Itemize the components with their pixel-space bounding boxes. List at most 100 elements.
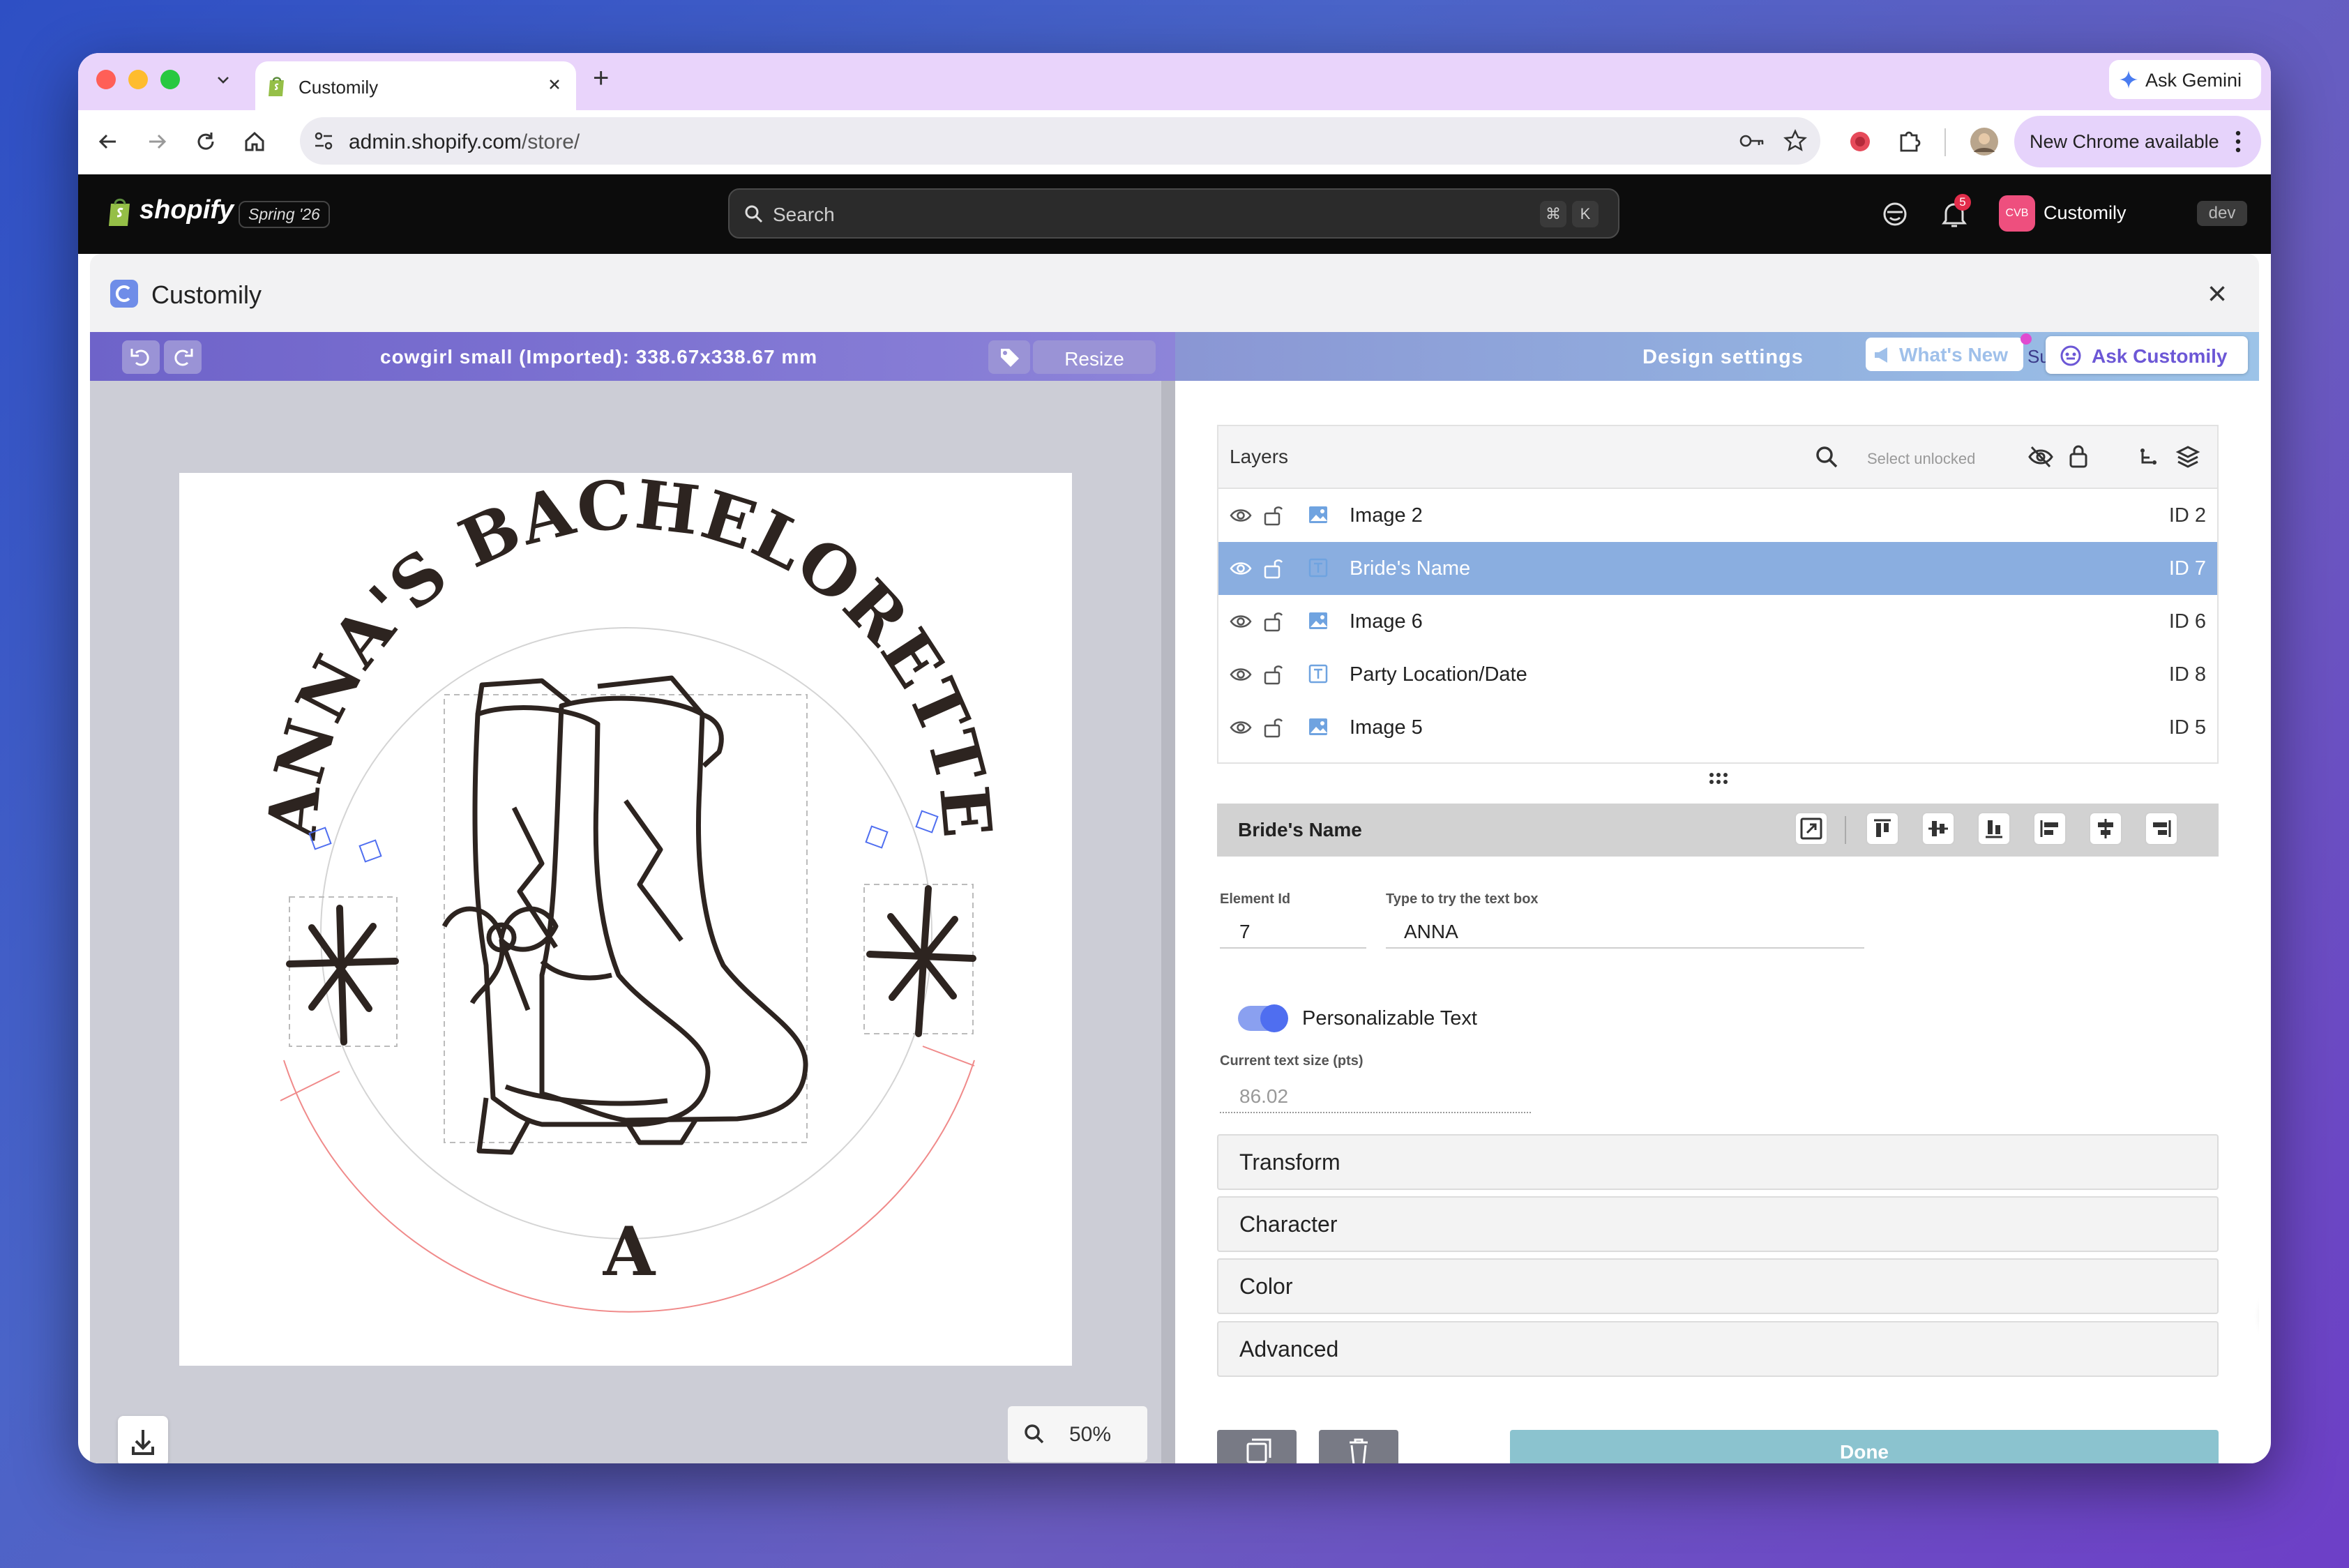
site-info-icon[interactable]	[311, 128, 336, 153]
align-left-button[interactable]	[2033, 812, 2067, 845]
drag-handle-icon[interactable]	[1708, 771, 1729, 785]
product-title: cowgirl small (Imported): 338.67x338.67 …	[380, 346, 818, 368]
store-name[interactable]: Customily	[2044, 202, 2127, 224]
align-center-button[interactable]	[2089, 812, 2122, 845]
layer-name: Image 2	[1350, 504, 1423, 527]
extension-red-icon[interactable]	[1847, 128, 1873, 155]
shopify-bag-icon	[266, 74, 287, 98]
zoom-control[interactable]: 50%	[1008, 1406, 1147, 1462]
layer-unlock-icon[interactable]	[1263, 662, 1283, 686]
minimize-window-button[interactable]	[128, 70, 148, 89]
tag-button[interactable]	[988, 340, 1030, 374]
hierarchy-icon[interactable]	[2138, 446, 2159, 469]
tab-customily[interactable]: Customily	[255, 61, 576, 110]
whats-new-button[interactable]: What's New	[1866, 333, 2032, 371]
cowboy-boots-image[interactable]	[441, 675, 808, 1155]
text-size-field: 86.02	[1220, 1076, 1531, 1113]
layer-unlock-icon[interactable]	[1263, 609, 1283, 633]
zoom-level: 50%	[1069, 1423, 1112, 1446]
layer-unlock-icon[interactable]	[1263, 715, 1283, 739]
resize-button[interactable]: Resize	[1033, 340, 1156, 374]
sparkle-left-icon[interactable]	[286, 905, 399, 1046]
fit-to-canvas-button[interactable]	[1795, 812, 1828, 845]
align-middle-button[interactable]	[1921, 812, 1955, 845]
canvas-scrollbar[interactable]	[1161, 381, 1175, 1463]
align-top-button[interactable]	[1866, 812, 1899, 845]
design-canvas[interactable]: ANNA'S BACHELORETTE A	[179, 473, 1072, 1366]
layer-unlock-icon[interactable]	[1263, 556, 1283, 580]
customily-app: Customily × cowgirl small (Imported): 33…	[90, 254, 2259, 1463]
delete-button[interactable]	[1319, 1430, 1398, 1463]
ask-gemini-button[interactable]: Ask Gemini	[2109, 60, 2261, 99]
sparkle-right-icon[interactable]	[866, 885, 976, 1037]
align-bottom-button[interactable]	[1977, 812, 2011, 845]
layer-image-icon	[1308, 716, 1329, 737]
undo-button[interactable]	[122, 340, 160, 374]
layer-name: Bride's Name	[1350, 557, 1471, 580]
hide-eye-icon[interactable]	[2027, 444, 2054, 469]
layer-unlock-icon[interactable]	[1263, 503, 1283, 527]
try-text-input[interactable]: ANNA	[1386, 912, 1864, 949]
personalizable-toggle[interactable]	[1238, 1004, 1288, 1032]
layer-row[interactable]: Bride's Name ID 7	[1218, 542, 2217, 595]
more-vertical-icon[interactable]	[2235, 130, 2242, 153]
editor-top-bar: cowgirl small (Imported): 338.67x338.67 …	[90, 332, 1175, 381]
url-text[interactable]: admin.shopify.com/store/	[349, 130, 580, 154]
layers-search-icon[interactable]	[1814, 444, 1839, 469]
redo-button[interactable]	[164, 340, 202, 374]
design-preview: ANNA'S BACHELORETTE A	[252, 473, 1006, 1313]
layer-id: ID 6	[2168, 610, 2206, 633]
bookmark-star-icon[interactable]	[1783, 128, 1808, 153]
done-button[interactable]: Done	[1510, 1430, 2219, 1463]
new-chrome-available-button[interactable]: New Chrome available	[2014, 116, 2261, 167]
zoom-search-icon[interactable]	[1023, 1423, 1045, 1445]
duplicate-button[interactable]	[1217, 1430, 1297, 1463]
close-app-button[interactable]: ×	[2207, 275, 2227, 313]
layer-row[interactable]: Image 6 ID 6	[1218, 595, 2217, 648]
layer-visibility-eye-icon[interactable]	[1230, 718, 1252, 737]
back-icon[interactable]	[96, 130, 120, 153]
ask-customily-button[interactable]: Ask Customily	[2046, 336, 2248, 374]
layer-visibility-eye-icon[interactable]	[1230, 665, 1252, 684]
shopify-search-input[interactable]: Search ⌘ K	[728, 188, 1619, 239]
shopify-wordmark: shopify	[139, 195, 234, 225]
layer-text-icon	[1308, 663, 1329, 684]
lock-icon[interactable]	[2068, 443, 2089, 469]
extensions-puzzle-icon[interactable]	[1896, 127, 1924, 155]
element-id-field: 7	[1220, 912, 1366, 949]
align-divider	[1845, 816, 1846, 844]
layer-visibility-eye-icon[interactable]	[1230, 506, 1252, 525]
character-section[interactable]: Character	[1217, 1196, 2219, 1252]
transform-section[interactable]: Transform	[1217, 1134, 2219, 1190]
password-key-icon[interactable]	[1738, 130, 1766, 152]
layer-visibility-eye-icon[interactable]	[1230, 612, 1252, 631]
canvas-letter-text[interactable]: A	[603, 1212, 656, 1291]
reload-icon[interactable]	[194, 130, 218, 153]
maximize-window-button[interactable]	[160, 70, 180, 89]
shopify-logo-icon[interactable]	[106, 195, 134, 227]
gemini-sparkle-icon	[2119, 70, 2138, 89]
layer-row[interactable]: Image 2 ID 2	[1218, 489, 2217, 542]
browser-toolbar: admin.shopify.com/store/ New Chrome avai…	[78, 110, 2271, 174]
profile-avatar[interactable]	[1970, 127, 1999, 156]
store-avatar[interactable]: CVB	[1999, 195, 2035, 232]
color-section[interactable]: Color	[1217, 1258, 2219, 1314]
home-icon[interactable]	[243, 130, 266, 153]
select-unlocked-button[interactable]: Select unlocked	[1867, 450, 1975, 468]
layer-visibility-eye-icon[interactable]	[1230, 559, 1252, 578]
chevron-down-icon[interactable]	[215, 71, 232, 88]
layers-stack-icon[interactable]	[2175, 444, 2200, 469]
personalizable-label: Personalizable Text	[1302, 1007, 1477, 1030]
layer-row[interactable]: Party Location/Date ID 8	[1218, 648, 2217, 701]
advanced-section[interactable]: Advanced	[1217, 1321, 2219, 1377]
settings-top-bar: Design settings What's New Su Ask Custom…	[1175, 332, 2259, 381]
forward-icon[interactable]	[145, 130, 169, 153]
close-window-button[interactable]	[96, 70, 116, 89]
close-tab-icon[interactable]	[545, 75, 564, 93]
address-bar[interactable]: admin.shopify.com/store/	[300, 117, 1820, 165]
layer-row[interactable]: Image 5 ID 5	[1218, 701, 2217, 754]
new-tab-button[interactable]: +	[593, 63, 609, 94]
align-right-button[interactable]	[2145, 812, 2178, 845]
download-button[interactable]	[118, 1416, 168, 1463]
sidekick-icon[interactable]	[1882, 201, 1908, 227]
